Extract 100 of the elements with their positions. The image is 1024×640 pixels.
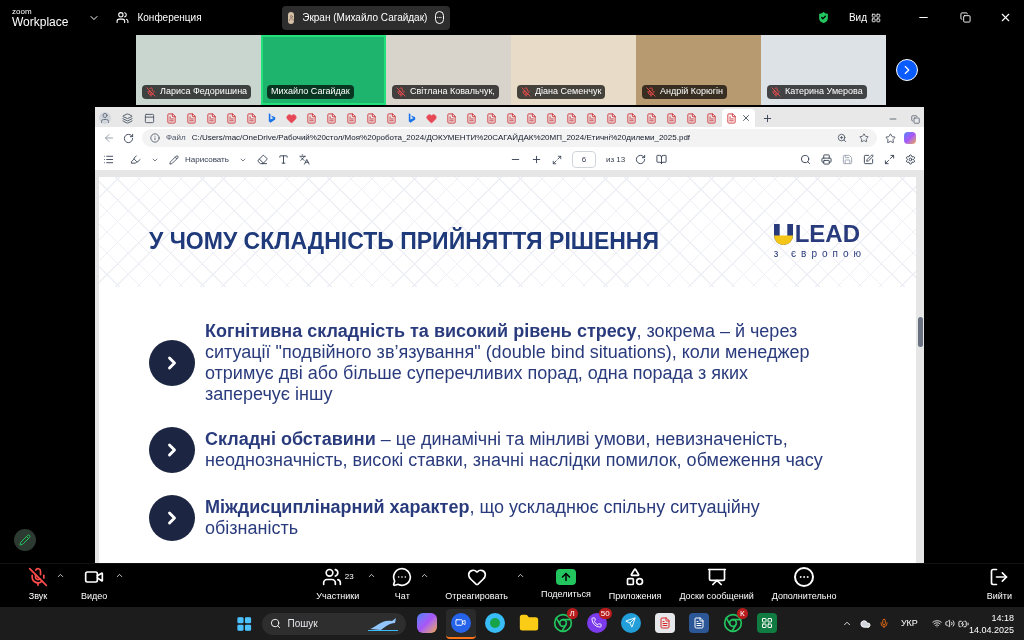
taskbar-app[interactable]: [445, 608, 476, 639]
reload-icon[interactable]: [123, 132, 134, 144]
pdf-file-icon: [686, 112, 697, 124]
pencil-icon: [19, 534, 31, 546]
scrollbar-thumb[interactable]: [918, 317, 923, 347]
rotate-icon[interactable]: [635, 154, 647, 165]
pdf-file-icon: [446, 112, 457, 124]
pdf-file-icon: [486, 112, 497, 124]
toolbar-button[interactable]: Приложения: [606, 567, 664, 604]
favorite-star-icon[interactable]: [859, 133, 869, 143]
eraser-icon[interactable]: [256, 154, 268, 165]
pdf-file-icon: [606, 112, 617, 124]
slide-title: У ЧОМУ СКЛАДНІСТЬ ПРИЙНЯТТЯ РІШЕННЯ: [149, 226, 659, 257]
read-aloud-icon[interactable]: [277, 154, 289, 165]
more-icon: [794, 567, 815, 588]
page-count: из 13: [605, 153, 626, 166]
info-icon: [150, 133, 160, 143]
settings-icon[interactable]: [905, 154, 916, 165]
pdf-file-icon: [326, 112, 337, 124]
participant-name: Лариса Федоришина: [160, 85, 248, 99]
draw-button[interactable]: Нарисовать: [169, 153, 229, 166]
pdf-file-icon: [506, 112, 517, 124]
toolbar-button[interactable]: Дополнительно: [769, 567, 839, 604]
mic-icon: [878, 618, 889, 629]
close-icon[interactable]: [999, 11, 1012, 24]
favorites-icon[interactable]: [885, 132, 896, 144]
pdf-file-icon: [626, 112, 637, 124]
notification-badge: К: [736, 607, 748, 619]
people-icon: [116, 11, 130, 24]
b-logo-icon: [406, 112, 417, 124]
highlighter-icon[interactable]: [130, 154, 141, 165]
participant-name: Світлана Ковальчук,: [410, 85, 495, 99]
new-tab-icon[interactable]: [762, 113, 773, 124]
windows-start-icon[interactable]: [236, 614, 253, 633]
heart-icon: [466, 567, 487, 588]
toolbar-button[interactable]: Видео: [79, 567, 110, 604]
bullet-text: Складні обставини – це динамічні та мінливі умови, невизначеність, неоднозначність, високі ставки, значні наслідки помилок, обмеження часу: [205, 429, 824, 471]
taskbar-app[interactable]: К: [717, 608, 748, 639]
app-name: Workplace: [12, 15, 69, 28]
page-view-icon[interactable]: [656, 154, 668, 165]
toolbar-button[interactable]: Чат: [390, 567, 415, 604]
fullscreen-icon[interactable]: [884, 154, 895, 165]
participant-name: Катерина Умерова: [785, 85, 863, 99]
participant-name: Андрій Корюгін: [660, 85, 723, 99]
participant-name: Діана Семенчук: [535, 85, 602, 99]
restore-icon[interactable]: [960, 12, 971, 23]
logo-tagline: з європою: [773, 247, 866, 261]
toolbar-button[interactable]: Звук: [26, 567, 50, 604]
pdf-file-icon: [186, 112, 197, 124]
grid-icon: [871, 12, 881, 23]
contents-icon[interactable]: [103, 154, 114, 165]
save-as-icon[interactable]: [863, 154, 874, 165]
pdf-file-icon: [246, 112, 257, 124]
toolbar-button[interactable]: Поделиться: [539, 569, 593, 602]
toolbar-button[interactable]: Вийти: [984, 567, 1014, 604]
zoom-icon[interactable]: [837, 133, 847, 143]
participant-name: Михайло Сагайдак: [271, 85, 350, 99]
profile-icon[interactable]: [99, 112, 111, 124]
page-number-field[interactable]: 6: [571, 151, 596, 168]
logo-wordmark: LEAD: [794, 222, 860, 246]
document-app-icon: [688, 612, 709, 633]
toolbar-button[interactable]: 23 Участники: [314, 567, 362, 604]
heart-icon: [286, 112, 297, 124]
taskbar-app[interactable]: Л: [547, 608, 578, 639]
toolbar-button[interactable]: Доски сообщений: [677, 567, 756, 604]
fit-width-icon[interactable]: [551, 154, 562, 165]
zoom-in-icon[interactable]: [530, 154, 542, 165]
u-logo-icon: [773, 223, 793, 245]
taskbar-app[interactable]: 50: [581, 608, 612, 639]
tab-actions-icon[interactable]: [144, 113, 155, 124]
b-logo-icon: [266, 112, 277, 124]
meeting-title: Конференция: [137, 11, 202, 25]
pdf-file-icon: [386, 112, 397, 124]
pdf-file-icon: [166, 112, 177, 124]
pdf-file-icon: [466, 112, 477, 124]
language-indicator[interactable]: УКР: [900, 616, 918, 631]
pdf-file-icon: [206, 112, 217, 124]
pdf-file-icon: [586, 112, 597, 124]
toolbar-button[interactable]: Отреагировать: [443, 567, 511, 604]
close-icon[interactable]: [741, 113, 751, 123]
workspaces-icon[interactable]: [122, 113, 133, 124]
notification-badge: 50: [598, 607, 612, 619]
chat-icon: [392, 567, 413, 588]
next-page-button[interactable]: [896, 59, 918, 81]
wifi-icon: [931, 618, 942, 629]
address-field[interactable]: Файл C:/Users/mac/OneDrive/Рабочий%20стол/Моя%20робота_2024/ДОКУМЕНТИ%20САГАЙДАК%20МП_2024/Етичні%20дилеми_2025.pdf: [142, 129, 877, 147]
save-icon[interactable]: [842, 154, 853, 165]
view-menu[interactable]: Вид: [848, 10, 867, 25]
search-icon[interactable]: [800, 154, 811, 165]
print-icon[interactable]: [821, 154, 832, 165]
screen-share-pill[interactable]: Экран (Михайло Сагайдак): [281, 5, 450, 30]
browser-tab[interactable]: [722, 109, 755, 127]
annotate-button[interactable]: [14, 529, 36, 551]
browser-icon: [552, 612, 573, 633]
translate-icon[interactable]: [298, 154, 310, 165]
leave-icon: [989, 567, 1010, 588]
pdf-file-icon: [366, 112, 377, 124]
clock-date: 14.04.2025: [969, 623, 1015, 636]
search-field[interactable]: Пошук: [262, 612, 406, 635]
heart-icon: [426, 112, 437, 124]
